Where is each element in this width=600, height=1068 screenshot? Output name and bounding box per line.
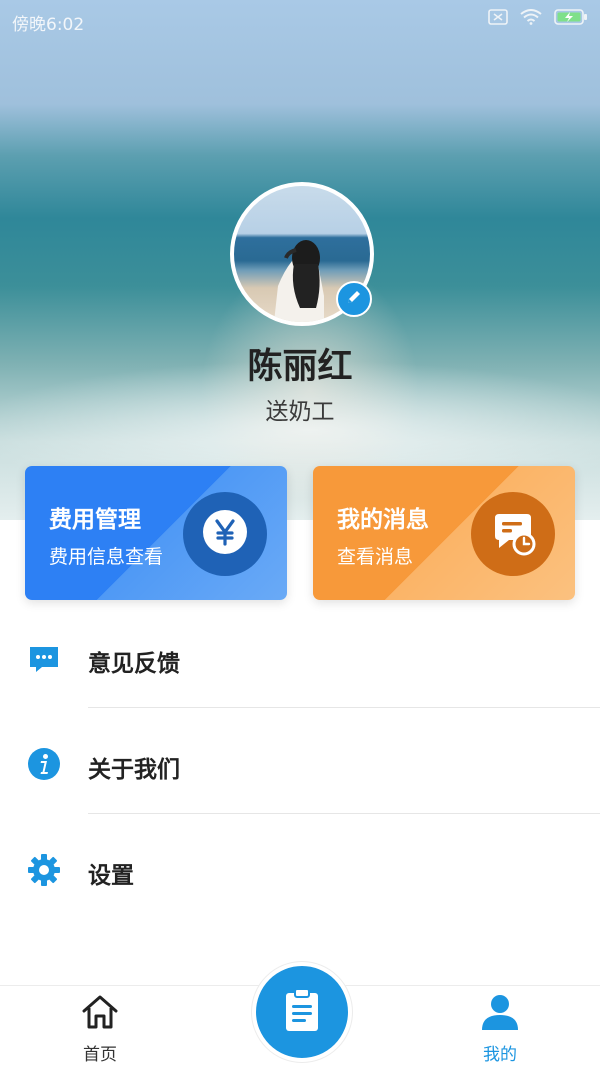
wifi-icon xyxy=(520,9,542,29)
sim-card-icon xyxy=(488,9,508,29)
menu-divider xyxy=(88,707,600,708)
menu-label-settings: 设置 xyxy=(88,863,134,889)
nav-mine[interactable]: 我的 xyxy=(440,986,560,1068)
menu-label-about: 关于我们 xyxy=(88,757,180,783)
nav-home-label: 首页 xyxy=(83,1045,117,1065)
feedback-chat-icon xyxy=(26,640,62,676)
fee-card-subtitle: 费用信息查看 xyxy=(49,546,164,568)
user-role: 送奶工 xyxy=(265,399,335,425)
user-icon xyxy=(480,992,520,1032)
edit-avatar-button[interactable] xyxy=(336,281,372,317)
menu-item-feedback[interactable]: 意见反馈 xyxy=(0,606,600,706)
center-action-button[interactable] xyxy=(252,962,352,1062)
messages-card-subtitle: 查看消息 xyxy=(337,546,414,568)
gear-icon xyxy=(26,852,62,888)
status-time: 傍晚6:02 xyxy=(12,15,85,35)
menu-divider xyxy=(88,813,600,814)
menu-item-settings[interactable]: 设置 xyxy=(0,818,600,918)
nav-mine-label: 我的 xyxy=(483,1045,517,1065)
status-icons xyxy=(488,9,588,29)
clipboard-icon xyxy=(282,987,322,1037)
fee-management-card[interactable]: 费用管理 费用信息查看 xyxy=(25,466,287,600)
messages-card-icon-circle xyxy=(471,492,555,576)
status-bar: 傍晚6:02 xyxy=(0,0,600,40)
home-icon xyxy=(80,992,120,1032)
my-messages-card[interactable]: 我的消息 查看消息 xyxy=(313,466,575,600)
info-icon xyxy=(26,746,62,782)
menu-label-feedback: 意见反馈 xyxy=(88,651,180,677)
user-name: 陈丽红 xyxy=(247,347,353,387)
yen-icon xyxy=(202,509,248,559)
message-clock-icon xyxy=(489,508,537,560)
pencil-icon xyxy=(345,288,363,310)
menu-item-about[interactable]: 关于我们 xyxy=(0,712,600,812)
battery-charging-icon xyxy=(554,9,588,29)
fee-card-icon-circle xyxy=(183,492,267,576)
nav-home[interactable]: 首页 xyxy=(40,986,160,1068)
fee-card-title: 费用管理 xyxy=(49,507,141,533)
messages-card-title: 我的消息 xyxy=(337,507,429,533)
